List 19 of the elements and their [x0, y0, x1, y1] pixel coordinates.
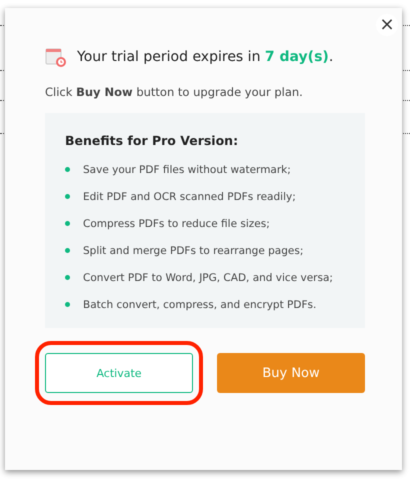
benefit-text: Save your PDF files without watermark; — [83, 164, 291, 176]
activate-button[interactable]: Activate — [45, 353, 193, 393]
bullet-dot — [65, 194, 70, 199]
bullet-dot — [65, 167, 70, 172]
benefits-title: Benefits for Pro Version: — [65, 133, 240, 148]
benefit-text: Compress PDFs to reduce file sizes; — [83, 218, 270, 230]
benefit-text: Split and merge PDFs to rearrange pages; — [83, 244, 304, 256]
buy-button[interactable]: Buy Now — [217, 353, 365, 393]
upgrade-hint: Click Buy Now button to upgrade your plan. — [45, 85, 304, 99]
trial-message: Your trial period expires in 7 day(s). — [77, 49, 334, 65]
benefit-text: Batch convert, compress, and encrypt PDFs. — [83, 298, 316, 310]
bullet-dot — [65, 275, 70, 280]
benefit-text: Edit PDF and OCR scanned PDFs readily; — [83, 190, 296, 202]
bullet-dot — [65, 248, 70, 253]
calendar-clock-icon — [45, 46, 67, 68]
close-button[interactable]: × — [376, 14, 398, 36]
benefit-text: Convert PDF to Word, JPG, CAD, and vice versa; — [83, 272, 333, 284]
bullet-dot — [65, 221, 70, 226]
bullet-dot — [65, 302, 70, 307]
